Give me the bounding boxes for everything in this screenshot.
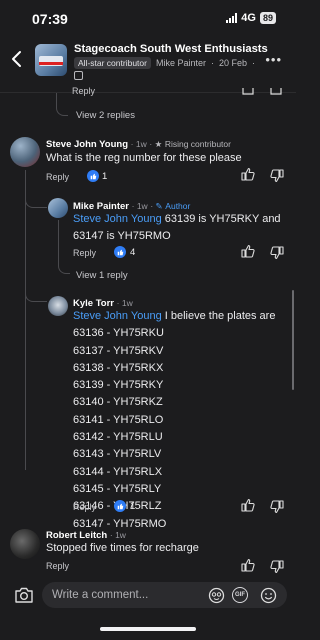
like-count: 4 xyxy=(130,247,136,258)
thread-connector xyxy=(25,190,47,208)
view-replies-link[interactable]: View 1 reply xyxy=(76,270,128,281)
plate-line: 63143 - YH75RLV xyxy=(73,448,162,461)
reply-button[interactable]: Reply xyxy=(46,561,69,571)
status-bar: 07:39 4G 89 xyxy=(0,0,296,36)
home-indicator[interactable] xyxy=(100,627,196,631)
plate-line: 63141 - YH75RLO xyxy=(73,413,164,426)
plate-line: 63142 - YH75RLU xyxy=(73,431,163,444)
reply-button[interactable]: Reply xyxy=(46,172,69,182)
like-count: 1 xyxy=(102,171,108,182)
like-reaction-icon[interactable] xyxy=(114,500,126,512)
thread-line xyxy=(58,220,59,265)
comment-time: 1w xyxy=(136,201,148,211)
post-date: 20 Feb xyxy=(219,58,248,68)
comment-input-field[interactable]: GIF xyxy=(42,582,287,608)
comment-author[interactable]: Steve John Young · 1w · ★ Rising contrib… xyxy=(46,139,231,150)
plate-line: 63139 - YH75RKY xyxy=(73,379,164,392)
plate-line: 63137 - YH75RKV xyxy=(73,344,164,357)
thumbs-up-icon[interactable] xyxy=(241,167,255,181)
group-title[interactable]: Stagecoach South West Enthusiasts xyxy=(74,43,268,55)
pen-icon: ✎ xyxy=(155,201,163,211)
more-horizontal-icon[interactable]: ••• xyxy=(265,52,282,67)
gif-icon[interactable]: GIF xyxy=(232,587,248,603)
plate-line: 63144 - YH75RLX xyxy=(73,465,163,478)
thumbs-down-icon[interactable] xyxy=(270,500,284,514)
thumbs-up-icon[interactable] xyxy=(241,558,255,572)
comment-text: What is the reg number for these please xyxy=(46,152,242,164)
avatar[interactable] xyxy=(10,529,40,559)
comment-time: 1w xyxy=(121,298,133,308)
network-type: 4G xyxy=(241,12,256,24)
thumbs-up-icon[interactable] xyxy=(242,88,254,96)
status-indicators: 4G 89 xyxy=(226,12,276,24)
group-avatar[interactable] xyxy=(35,44,67,76)
plate-line: 63136 - YH75RKU xyxy=(73,327,164,340)
reply-link[interactable]: Reply xyxy=(72,86,95,96)
thumbs-up-icon[interactable] xyxy=(241,244,255,258)
battery-icon: 89 xyxy=(259,12,276,24)
mention-link[interactable]: Steve John Young xyxy=(73,310,162,322)
audience-icon xyxy=(74,71,83,80)
scrollbar[interactable] xyxy=(292,290,294,390)
plate-line: 63146 - YH75RLZ xyxy=(73,500,162,513)
thumbs-down-icon[interactable] xyxy=(270,88,282,96)
avatar[interactable] xyxy=(48,296,68,316)
contributor-role: Rising contributor xyxy=(164,139,231,149)
thread-line xyxy=(25,170,26,470)
avatar[interactable] xyxy=(48,198,68,218)
like-reaction-icon[interactable] xyxy=(114,246,126,258)
comment-input[interactable] xyxy=(52,586,202,604)
thread-connector xyxy=(56,100,68,116)
thumbs-down-icon[interactable] xyxy=(270,169,284,183)
star-icon: ★ xyxy=(154,139,163,149)
byline-separator: · xyxy=(252,58,256,68)
thumbs-down-icon[interactable] xyxy=(270,560,284,574)
author-role: Author xyxy=(165,201,191,211)
plate-line: 63145 - YH75RLY xyxy=(73,482,162,495)
like-reaction-icon[interactable] xyxy=(87,170,99,182)
signal-icon xyxy=(226,13,238,23)
comment-time: 1w xyxy=(115,530,126,540)
thumbs-up-icon[interactable] xyxy=(241,498,255,512)
thumbs-down-icon[interactable] xyxy=(270,246,284,260)
comment-text: Steve John Young I believe the plates ar… xyxy=(73,308,288,533)
chevron-left-icon[interactable] xyxy=(10,50,24,68)
reply-button[interactable]: Reply xyxy=(73,248,96,258)
thread-connector xyxy=(25,290,47,302)
author-name[interactable]: Steve John Young xyxy=(46,139,128,150)
status-time: 07:39 xyxy=(32,11,68,27)
comment-text: Steve John Young 63139 is YH75RKY and 63… xyxy=(73,211,283,246)
mention-link[interactable]: Steve John Young xyxy=(73,213,162,225)
plate-line: 63138 - YH75RKX xyxy=(73,361,164,374)
post-header: Stagecoach South West Enthusiasts All-st… xyxy=(0,38,296,90)
avatar-sticker-icon[interactable] xyxy=(208,587,225,604)
poster-name[interactable]: Mike Painter xyxy=(156,58,206,68)
reply-button[interactable]: Reply xyxy=(73,502,96,512)
byline-separator: · xyxy=(211,58,214,68)
view-replies-link[interactable]: View 2 replies xyxy=(76,110,135,121)
avatar[interactable] xyxy=(10,137,40,167)
comment-body: I believe the plates are xyxy=(161,310,276,322)
post-byline: All-star contributor Mike Painter · 20 F… xyxy=(74,57,255,69)
camera-icon[interactable] xyxy=(14,586,34,604)
thread-connector xyxy=(58,262,70,274)
emoji-icon[interactable] xyxy=(260,587,277,604)
like-count: 1 xyxy=(130,501,136,512)
comment-time: 1w xyxy=(135,139,147,149)
comment-text: Stopped five times for recharge xyxy=(46,542,199,554)
contributor-badge: All-star contributor xyxy=(74,57,151,69)
plate-line: 63140 - YH75RKZ xyxy=(73,396,163,409)
